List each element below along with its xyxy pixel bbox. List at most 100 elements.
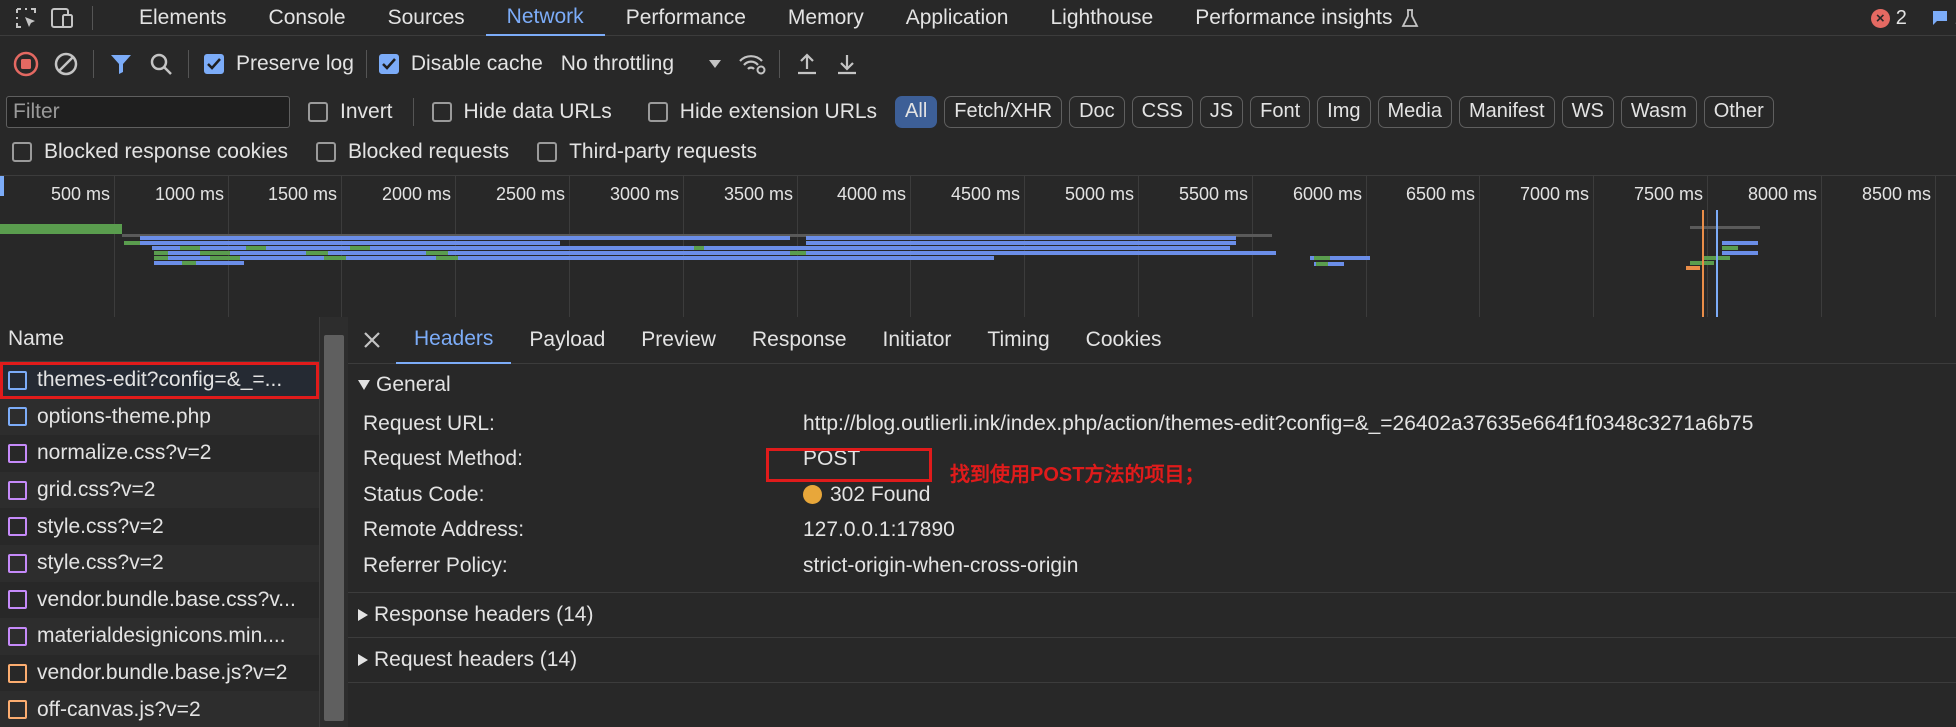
filter-bar: Invert Hide data URLs Hide extension URL… xyxy=(0,91,1956,132)
request-row[interactable]: vendor.bundle.base.js?v=2 xyxy=(0,655,319,692)
clear-button[interactable] xyxy=(46,44,86,84)
disable-cache-checkbox[interactable]: Disable cache xyxy=(378,52,543,76)
tab-headers[interactable]: Headers xyxy=(396,317,512,364)
request-row[interactable]: vendor.bundle.base.css?v... xyxy=(0,582,319,619)
request-url-label: Request URL: xyxy=(363,411,495,435)
import-har-button[interactable] xyxy=(787,44,827,84)
js-file-icon xyxy=(8,700,27,720)
invert-checkbox[interactable]: Invert xyxy=(308,100,393,124)
tab-sources[interactable]: Sources xyxy=(367,0,486,36)
name-column-header[interactable]: Name xyxy=(0,317,319,362)
tab-network[interactable]: Network xyxy=(485,0,605,36)
filter-icon xyxy=(111,55,131,74)
timeline-tick xyxy=(1707,176,1708,317)
network-overview[interactable]: 500 ms 1000 ms 1500 ms 2000 ms 2500 ms 3000 m… xyxy=(0,175,1956,317)
tab-memory[interactable]: Memory xyxy=(767,0,885,36)
preserve-log-checkbox[interactable]: Preserve log xyxy=(204,52,354,76)
inspect-element-icon[interactable] xyxy=(12,5,40,31)
export-har-button[interactable] xyxy=(827,44,867,84)
type-filter-fetch-xhr[interactable]: Fetch/XHR xyxy=(944,95,1063,128)
type-filter-other[interactable]: Other xyxy=(1703,95,1774,128)
waterfall-bar xyxy=(1314,256,1330,260)
hide-extension-urls-label: Hide extension URLs xyxy=(679,99,878,123)
tab-preview[interactable]: Preview xyxy=(623,317,734,364)
tab-application[interactable]: Application xyxy=(885,0,1030,36)
close-icon xyxy=(364,332,380,348)
request-row[interactable]: options-theme.php xyxy=(0,398,319,436)
request-row[interactable]: normalize.css?v=2 xyxy=(0,435,319,472)
waterfall-bar xyxy=(806,236,1236,240)
request-row[interactable]: grid.css?v=2 xyxy=(0,471,319,509)
type-filter-all[interactable]: All xyxy=(895,95,938,128)
error-icon: × xyxy=(1870,8,1890,28)
close-details-button[interactable] xyxy=(348,317,396,364)
tab-console[interactable]: Console xyxy=(248,0,367,36)
hide-extension-urls-checkbox[interactable]: Hide extension URLs xyxy=(647,99,878,124)
throttling-select[interactable]: No throttling xyxy=(561,52,722,76)
filter-toggle-button[interactable] xyxy=(101,44,141,84)
network-conditions-button[interactable] xyxy=(732,44,772,84)
status-code-label: Status Code: xyxy=(363,482,485,506)
type-filter-font[interactable]: Font xyxy=(1250,95,1311,128)
waterfall-bar xyxy=(180,246,200,250)
waterfall-bar xyxy=(426,251,448,255)
timeline-tick-label: 3500 ms xyxy=(723,184,793,204)
type-filter-js[interactable]: JS xyxy=(1199,95,1244,128)
request-row[interactable]: style.css?v=2 xyxy=(0,508,319,545)
third-party-checkbox[interactable]: Third-party requests xyxy=(537,140,757,164)
response-headers-toggle[interactable]: Response headers (14) xyxy=(348,593,1956,637)
scrollbar-thumb[interactable] xyxy=(324,335,344,721)
request-url-value: http://blog.outlierli.ink/index.php/acti… xyxy=(803,411,1754,435)
type-filter-doc[interactable]: Doc xyxy=(1069,95,1125,128)
search-button[interactable] xyxy=(141,44,181,84)
request-name: style.css?v=2 xyxy=(37,514,164,538)
filter-input[interactable] xyxy=(6,95,290,128)
waterfall-bar xyxy=(140,241,560,245)
type-filter-media[interactable]: Media xyxy=(1377,95,1452,128)
request-list-scrollbar[interactable] xyxy=(320,317,348,727)
hide-data-urls-checkbox[interactable]: Hide data URLs xyxy=(431,100,612,124)
type-filter-wasm[interactable]: Wasm xyxy=(1620,95,1697,128)
request-row[interactable]: style.css?v=2 xyxy=(0,544,319,582)
blocked-cookies-checkbox[interactable]: Blocked response cookies xyxy=(12,140,288,164)
tab-timing[interactable]: Timing xyxy=(969,317,1067,364)
request-row[interactable]: materialdesignicons.min.... xyxy=(0,618,319,655)
status-dot-icon xyxy=(803,485,822,505)
request-row[interactable]: themes-edit?config=&_=... xyxy=(0,362,319,399)
timeline-tick-label: 4000 ms xyxy=(836,184,906,204)
overview-handle[interactable] xyxy=(0,176,4,196)
waterfall-bar xyxy=(1722,246,1738,250)
type-filter-css[interactable]: CSS xyxy=(1131,95,1193,128)
tab-performance[interactable]: Performance xyxy=(605,0,767,36)
tab-initiator[interactable]: Initiator xyxy=(865,317,970,364)
waterfall-bar xyxy=(324,256,346,260)
blocked-requests-checkbox[interactable]: Blocked requests xyxy=(315,140,509,164)
request-headers-toggle[interactable]: Request headers (14) xyxy=(348,638,1956,682)
timeline-tick xyxy=(114,176,115,317)
type-filter-img[interactable]: Img xyxy=(1317,95,1371,128)
request-row[interactable]: off-canvas.js?v=2 xyxy=(0,691,319,727)
referrer-policy-value: strict-origin-when-cross-origin xyxy=(803,553,1079,577)
device-toolbar-icon[interactable] xyxy=(48,5,76,31)
waterfall-bar xyxy=(790,251,806,255)
load-event-line xyxy=(1716,210,1718,317)
tab-performance-insights[interactable]: Performance insights xyxy=(1174,0,1439,36)
type-filter-ws[interactable]: WS xyxy=(1561,95,1614,128)
general-section: Request URL: http://blog.outlierli.ink/i… xyxy=(348,406,1956,592)
tab-cookies[interactable]: Cookies xyxy=(1068,317,1180,364)
request-name: options-theme.php xyxy=(37,404,211,428)
type-filter-manifest[interactable]: Manifest xyxy=(1459,95,1555,128)
tab-response[interactable]: Response xyxy=(734,317,865,364)
tab-lighthouse[interactable]: Lighthouse xyxy=(1029,0,1174,36)
stop-recording-button[interactable] xyxy=(6,44,46,84)
tab-payload[interactable]: Payload xyxy=(511,317,623,364)
general-section-toggle[interactable]: General xyxy=(348,364,1956,406)
tab-elements[interactable]: Elements xyxy=(118,0,248,36)
request-headers-title: Request headers (14) xyxy=(374,647,578,671)
timeline-tick xyxy=(1479,176,1480,317)
waterfall-bar xyxy=(182,261,196,265)
flask-icon xyxy=(1401,8,1419,28)
download-icon xyxy=(838,55,857,75)
issues-counter[interactable]: × 2 2 xyxy=(1870,0,1956,36)
timeline-tick-label: 4500 ms xyxy=(950,184,1020,204)
